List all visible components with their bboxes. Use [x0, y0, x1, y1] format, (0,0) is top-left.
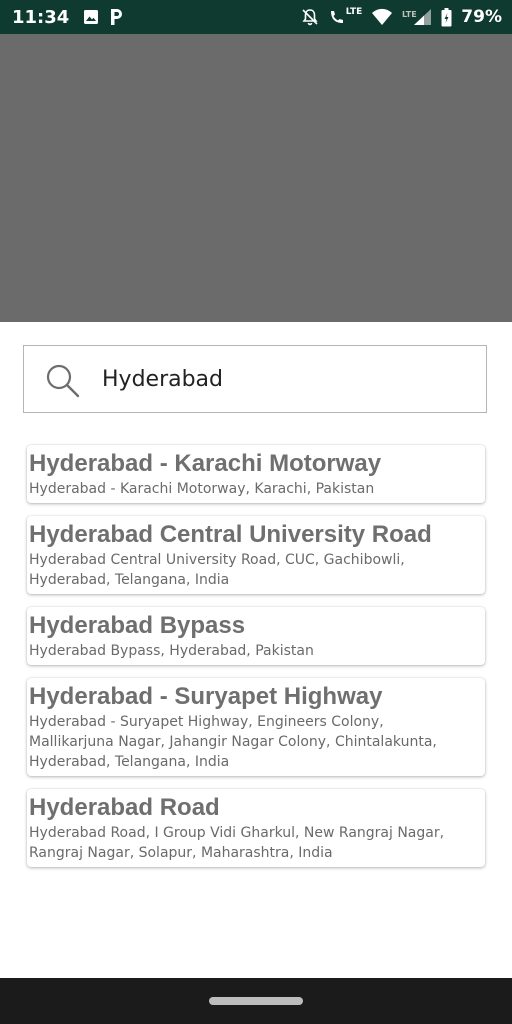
result-subtitle-line: Hyderabad Central University Road, CUC, … — [29, 552, 405, 568]
status-left-icons — [83, 8, 123, 26]
result-subtitle-line: Hyderabad - Suryapet Highway, Engineers … — [29, 714, 384, 730]
lte-signal-icon: LTE — [402, 8, 432, 26]
battery-icon — [441, 7, 452, 27]
result-item-suryapet-highway[interactable]: Hyderabad - Suryapet Highway Hyderabad -… — [27, 678, 485, 776]
phone-lte-icon: LTE — [328, 7, 363, 26]
status-bar: 11:34 LTE LTE 79% — [0, 0, 512, 34]
result-subtitle-line: Hyderabad, Telangana, India — [29, 754, 230, 770]
lte-label: LTE — [345, 7, 363, 17]
status-right-icons: LTE LTE 79% — [301, 7, 502, 27]
image-icon — [83, 9, 99, 25]
result-item-karachi-motorway[interactable]: Hyderabad - Karachi Motorway Hyderabad -… — [27, 445, 485, 503]
result-title: Hyderabad - Suryapet Highway — [29, 683, 383, 710]
navigation-bar — [0, 978, 512, 1024]
parking-p-icon — [109, 8, 123, 26]
search-icon — [44, 362, 82, 400]
search-sheet: Hyderabad - Karachi Motorway Hyderabad -… — [0, 322, 512, 978]
search-box[interactable] — [23, 345, 487, 413]
result-subtitle-line: Mallikarjuna Nagar, Jahangir Nagar Colon… — [29, 734, 437, 750]
home-gesture-handle[interactable] — [209, 997, 303, 1005]
result-subtitle-line: Hyderabad Road, I Group Vidi Gharkul, Ne… — [29, 825, 445, 841]
result-subtitle-line: Hyderabad Bypass, Hyderabad, Pakistan — [29, 643, 314, 659]
result-subtitle-line: Rangraj Nagar, Solapur, Maharashtra, Ind… — [29, 845, 333, 861]
notifications-off-icon — [301, 8, 319, 26]
dimmed-background-scrim[interactable] — [0, 34, 512, 322]
result-item-bypass[interactable]: Hyderabad Bypass Hyderabad Bypass, Hyder… — [27, 607, 485, 665]
result-title: Hyderabad - Karachi Motorway — [29, 450, 382, 477]
wifi-icon — [371, 8, 393, 26]
status-time: 11:34 — [12, 6, 70, 28]
battery-percent: 79% — [461, 7, 502, 27]
result-title: Hyderabad Central University Road — [29, 521, 432, 548]
result-title: Hyderabad Bypass — [29, 612, 246, 639]
search-input[interactable] — [102, 346, 472, 412]
result-item-central-university-road[interactable]: Hyderabad Central University Road Hydera… — [27, 516, 485, 594]
svg-text:LTE: LTE — [402, 10, 417, 19]
result-item-hyderabad-road[interactable]: Hyderabad Road Hyderabad Road, I Group V… — [27, 789, 485, 867]
result-subtitle-line: Hyderabad - Karachi Motorway, Karachi, P… — [29, 481, 375, 497]
result-subtitle-line: Hyderabad, Telangana, India — [29, 572, 230, 588]
result-title: Hyderabad Road — [29, 794, 220, 821]
